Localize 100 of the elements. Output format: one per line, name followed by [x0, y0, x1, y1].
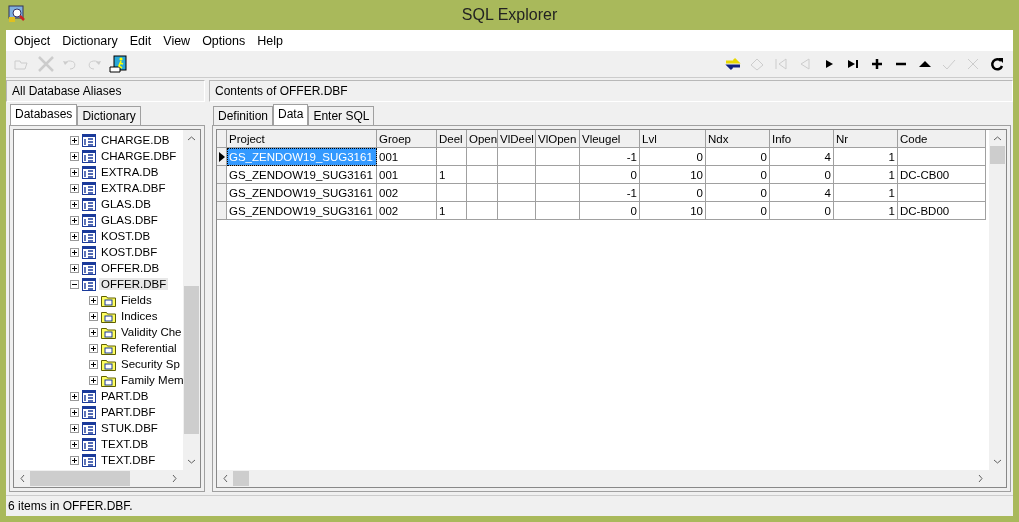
scroll-thumb[interactable] — [233, 471, 249, 486]
tree-item[interactable]: STUK.DBF — [99, 422, 160, 434]
expand-toggle[interactable] — [70, 151, 79, 161]
expand-toggle[interactable] — [70, 455, 79, 465]
expand-toggle[interactable] — [70, 263, 79, 273]
tree-item[interactable]: OFFER.DBF — [99, 278, 169, 290]
table-cell — [467, 148, 498, 166]
column-header[interactable]: Ndx — [706, 130, 770, 148]
table-cell: 0 — [580, 166, 640, 184]
column-header[interactable]: Open — [467, 130, 498, 148]
tree-item[interactable]: PART.DBF — [99, 406, 158, 418]
column-header[interactable]: VlOpen — [536, 130, 580, 148]
expand-toggle[interactable] — [89, 375, 98, 385]
tree-item[interactable]: KOST.DB — [99, 230, 153, 242]
tree-item[interactable]: TEXT.DB — [99, 438, 151, 450]
runner-icon[interactable] — [109, 55, 127, 73]
tree-item[interactable]: EXTRA.DBF — [99, 182, 168, 194]
table-cell: 0 — [770, 202, 834, 220]
scroll-thumb[interactable] — [184, 286, 199, 434]
table-cell: 1 — [437, 202, 467, 220]
tree-item[interactable]: Referential — [119, 342, 179, 354]
expand-toggle[interactable] — [70, 279, 79, 289]
expand-toggle[interactable] — [89, 343, 98, 353]
tree-item[interactable]: CHARGE.DB — [99, 134, 172, 146]
expand-toggle[interactable] — [70, 439, 79, 449]
vertical-scrollbar[interactable] — [183, 130, 200, 470]
expand-toggle[interactable] — [70, 135, 79, 145]
tree-item[interactable]: PART.DB — [99, 390, 151, 402]
row-indicator-icon — [218, 151, 225, 162]
table-cell: 0 — [706, 148, 770, 166]
scroll-thumb[interactable] — [990, 146, 1005, 164]
tree-item[interactable]: Fields — [119, 294, 154, 306]
column-header[interactable]: VlDeel — [498, 130, 536, 148]
table-cell: 002 — [377, 184, 437, 202]
expand-toggle[interactable] — [89, 311, 98, 321]
expand-toggle[interactable] — [89, 327, 98, 337]
refresh-icon[interactable] — [988, 55, 1006, 73]
tab[interactable]: Databases — [10, 104, 78, 125]
table-cell: 001 — [377, 148, 437, 166]
tree-item[interactable]: Indices — [119, 310, 160, 322]
swap-arrows-icon[interactable] — [724, 55, 742, 73]
table-icon — [82, 213, 96, 227]
table-cell — [437, 184, 467, 202]
horizontal-scrollbar[interactable] — [217, 470, 1006, 487]
vertical-scrollbar[interactable] — [989, 130, 1006, 470]
column-header[interactable]: Project — [227, 130, 377, 148]
table-cell: 002 — [377, 202, 437, 220]
expand-toggle[interactable] — [70, 215, 79, 225]
table-cell: 0 — [640, 184, 706, 202]
menu-item[interactable]: View — [157, 33, 197, 48]
tree-item[interactable]: CHARGE.DBF — [99, 150, 179, 162]
column-header[interactable]: Info — [770, 130, 834, 148]
tree-item[interactable]: GLAS.DB — [99, 198, 153, 210]
column-header[interactable]: Nr — [834, 130, 898, 148]
table-cell: 0 — [706, 166, 770, 184]
column-header[interactable]: Groep — [377, 130, 437, 148]
tree-item[interactable]: Security Sp — [119, 358, 182, 370]
scroll-thumb[interactable] — [30, 471, 130, 486]
menu-item[interactable]: Dictionary — [56, 33, 124, 48]
tab[interactable]: Enter SQL — [308, 106, 375, 125]
expand-toggle[interactable] — [70, 407, 79, 417]
tab[interactable]: Data — [273, 104, 309, 125]
expand-toggle[interactable] — [70, 247, 79, 257]
column-header[interactable]: Deel — [437, 130, 467, 148]
tree-item[interactable]: OFFER.DB — [99, 262, 162, 274]
expand-toggle[interactable] — [70, 391, 79, 401]
table-cell: 0 — [580, 202, 640, 220]
table-cell: -1 — [580, 184, 640, 202]
table-cell: 0 — [706, 202, 770, 220]
table-cell: 4 — [770, 148, 834, 166]
table-cell: GS_ZENDOW19_SUG3161 — [227, 148, 377, 166]
tab[interactable]: Dictionary — [77, 106, 141, 125]
tree-item[interactable]: Validity Che — [119, 326, 183, 338]
tree-item[interactable]: TEXT.DBF — [99, 454, 158, 466]
expand-toggle[interactable] — [70, 199, 79, 209]
expand-toggle[interactable] — [89, 295, 98, 305]
tree-item[interactable]: EXTRA.DB — [99, 166, 161, 178]
expand-toggle[interactable] — [70, 167, 79, 177]
column-header[interactable]: Code — [898, 130, 986, 148]
table-icon — [82, 261, 96, 275]
table-cell — [536, 184, 580, 202]
tree-item[interactable]: KOST.DBF — [99, 246, 160, 258]
tree-item[interactable]: GLAS.DBF — [99, 214, 160, 226]
tree-item[interactable]: Family Mem — [119, 374, 183, 386]
horizontal-scrollbar[interactable] — [14, 470, 200, 487]
expand-toggle[interactable] — [70, 231, 79, 241]
status-bar: 6 items in OFFER.DBF. — [6, 495, 1013, 516]
folder-icon — [101, 357, 116, 371]
folder-icon — [101, 325, 116, 339]
expand-toggle[interactable] — [89, 359, 98, 369]
menu-item[interactable]: Object — [8, 33, 57, 48]
expand-toggle[interactable] — [70, 183, 79, 193]
tab[interactable]: Definition — [213, 106, 274, 125]
menu-item[interactable]: Options — [196, 33, 252, 48]
expand-toggle[interactable] — [70, 423, 79, 433]
column-header[interactable]: Vleugel — [580, 130, 640, 148]
menu-item[interactable]: Help — [251, 33, 289, 48]
table-icon — [82, 245, 96, 259]
menu-item[interactable]: Edit — [123, 33, 158, 48]
column-header[interactable]: Lvl — [640, 130, 706, 148]
